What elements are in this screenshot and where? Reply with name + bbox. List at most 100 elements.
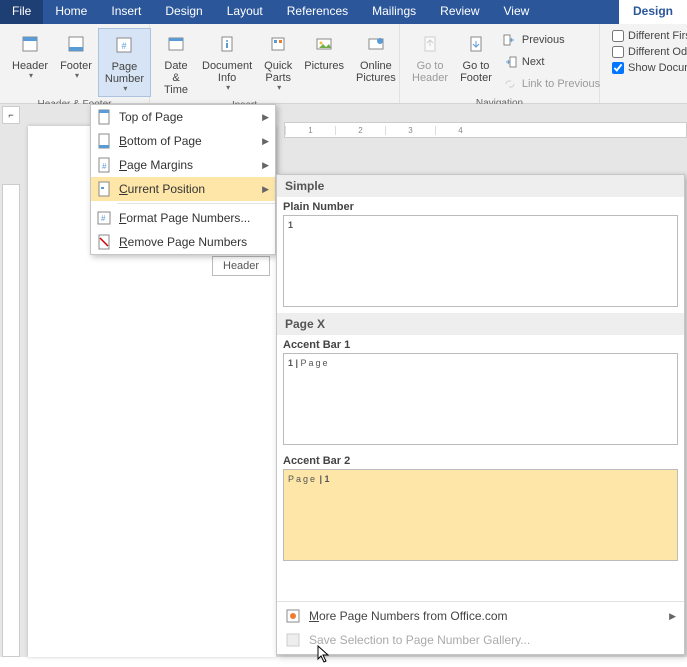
page-number-dropdown: Top of Page ▶ Bottom of Page ▶ # Page Ma… [90, 104, 276, 255]
different-first-label: Different First [628, 30, 687, 42]
menu-top-of-page[interactable]: Top of Page ▶ [91, 105, 275, 129]
page-top-icon [95, 108, 113, 126]
goto-footer-icon [462, 30, 490, 58]
link-previous-label: Link to Previous [522, 78, 600, 90]
submenu-arrow-icon: ▶ [262, 160, 269, 171]
goto-header-icon [416, 30, 444, 58]
quick-parts-icon [264, 30, 292, 58]
menu-page-margins[interactable]: # Page Margins ▶ [91, 153, 275, 177]
menu-current-position[interactable]: Current Position ▶ [91, 177, 275, 201]
goto-header-button[interactable]: Go to Header [406, 28, 454, 96]
tab-layout[interactable]: Layout [215, 0, 275, 24]
different-first-checkbox[interactable]: Different First [612, 28, 687, 44]
gallery-section-page-x: Page X [277, 313, 684, 335]
submenu-arrow-icon: ▶ [669, 611, 676, 622]
menu-label: Current Position [119, 182, 205, 196]
ruler-corner: ⌐ [2, 106, 20, 124]
document-info-button[interactable]: Document Info▾ [196, 28, 258, 98]
footer-button[interactable]: Footer▾ [54, 28, 98, 97]
pictures-icon [310, 30, 338, 58]
previous-icon [502, 32, 518, 48]
different-odd-checkbox[interactable]: Different Odd [612, 44, 687, 60]
date-time-button[interactable]: Date & Time [156, 28, 196, 98]
gallery-item-accent-bar-2[interactable]: Page | 1 [283, 469, 678, 561]
online-pictures-button[interactable]: Online Pictures [350, 28, 402, 98]
tab-design[interactable]: Design [153, 0, 214, 24]
dropdown-arrow-icon: ▾ [29, 72, 33, 81]
ribbon: Header▾ Footer▾ # Page Number▾ Header & … [0, 24, 687, 104]
quick-parts-label: Quick Parts [264, 60, 292, 84]
online-pictures-label: Online Pictures [356, 60, 396, 84]
gallery-item-accent-bar-2-label: Accent Bar 2 [277, 451, 684, 469]
format-numbers-icon: # [95, 209, 113, 227]
menu-label: Remove Page Numbers [119, 235, 247, 249]
tab-mailings[interactable]: Mailings [360, 0, 428, 24]
menu-bottom-of-page[interactable]: Bottom of Page ▶ [91, 129, 275, 153]
vertical-ruler[interactable] [2, 184, 20, 657]
contextual-tab-design[interactable]: Design [619, 0, 687, 24]
workspace: ⌐ 1 2 3 4 Header Top of Page ▶ Bottom of… [0, 104, 687, 657]
page-number-button[interactable]: # Page Number▾ [98, 28, 151, 97]
gallery-item-accent-bar-1[interactable]: 1 | Page [283, 353, 678, 445]
more-page-numbers-button[interactable]: More Page Numbers from Office.com ▶ [277, 604, 684, 628]
checkbox-icon[interactable] [612, 62, 624, 74]
show-document-label: Show Document [628, 62, 687, 74]
tab-review[interactable]: Review [428, 0, 491, 24]
tab-view[interactable]: View [492, 0, 542, 24]
preview-number: 1 [288, 220, 293, 230]
page-margins-icon: # [95, 156, 113, 174]
goto-footer-button[interactable]: Go to Footer [454, 28, 498, 96]
submenu-arrow-icon: ▶ [262, 136, 269, 147]
save-selection-label: Save Selection to Page Number Gallery... [309, 633, 530, 647]
menu-label: Bottom of Page [119, 134, 202, 148]
different-odd-label: Different Odd [628, 46, 687, 58]
quick-parts-button[interactable]: Quick Parts▾ [258, 28, 298, 98]
page-number-icon: # [110, 31, 138, 59]
previous-button[interactable]: Previous [502, 30, 600, 50]
dropdown-arrow-icon: ▾ [277, 84, 281, 93]
page-bottom-icon [95, 132, 113, 150]
header-section-tab: Header [212, 256, 270, 276]
svg-text:#: # [122, 41, 127, 51]
menu-label: Page Margins [119, 158, 193, 172]
submenu-arrow-icon: ▶ [262, 184, 269, 195]
header-button[interactable]: Header▾ [6, 28, 54, 97]
checkbox-icon[interactable] [612, 30, 624, 42]
dropdown-arrow-icon: ▾ [226, 84, 230, 93]
menu-separator [117, 203, 275, 204]
checkbox-icon[interactable] [612, 46, 624, 58]
link-previous-button[interactable]: Link to Previous [502, 74, 600, 94]
gallery-scroll[interactable]: Simple Plain Number 1 Page X Accent Bar … [277, 175, 684, 601]
footer-icon [62, 30, 90, 58]
header-icon [16, 30, 44, 58]
pictures-button[interactable]: Pictures [298, 28, 350, 98]
tab-insert[interactable]: Insert [99, 0, 153, 24]
gallery-item-plain-number[interactable]: 1 [283, 215, 678, 307]
horizontal-ruler[interactable]: 1 2 3 4 [284, 122, 687, 138]
ribbon-tabs: File Home Insert Design Layout Reference… [0, 0, 687, 24]
show-document-checkbox[interactable]: Show Document [612, 60, 687, 76]
menu-label: Top of Page [119, 110, 183, 124]
calendar-icon [162, 30, 190, 58]
save-selection-button: Save Selection to Page Number Gallery... [277, 628, 684, 652]
preview-text: Page | 1 [288, 474, 330, 484]
tab-file[interactable]: File [0, 0, 43, 24]
next-button[interactable]: Next [502, 52, 600, 72]
ruler-tick: 2 [335, 126, 385, 135]
tab-home[interactable]: Home [43, 0, 99, 24]
next-label: Next [522, 56, 545, 68]
ruler-tick: 4 [435, 126, 485, 135]
svg-text:#: # [101, 214, 106, 223]
menu-label: Format Page Numbers... [119, 211, 250, 225]
submenu-arrow-icon: ▶ [262, 112, 269, 123]
menu-remove-page-numbers[interactable]: Remove Page Numbers [91, 230, 275, 254]
menu-format-page-numbers[interactable]: # Format Page Numbers... [91, 206, 275, 230]
goto-header-label: Go to Header [412, 60, 448, 84]
date-time-label: Date & Time [162, 60, 190, 96]
save-gallery-icon [285, 632, 301, 648]
goto-footer-label: Go to Footer [460, 60, 492, 84]
preview-text: 1 | Page [288, 358, 330, 368]
ruler-tick: 3 [385, 126, 435, 135]
gallery-item-plain-number-label: Plain Number [277, 197, 684, 215]
tab-references[interactable]: References [275, 0, 360, 24]
